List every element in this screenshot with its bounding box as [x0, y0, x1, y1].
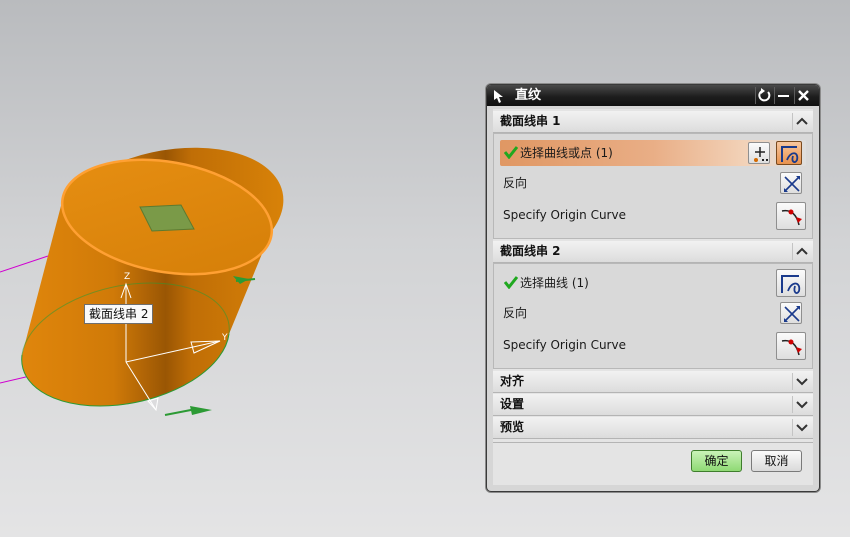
select-curve-or-point-label: 选择曲线或点 (1): [520, 146, 613, 160]
select-curve-icon[interactable]: [776, 141, 802, 165]
chevron-up-icon[interactable]: [792, 113, 811, 130]
origin-curve-row-2: Specify Origin Curve: [500, 330, 806, 360]
section-string-2-title: 截面线串 2: [500, 244, 561, 258]
ok-button[interactable]: 确定: [691, 450, 742, 472]
section-string-1-title: 截面线串 1: [500, 114, 561, 128]
reverse-direction-icon[interactable]: [780, 172, 802, 194]
pointer-icon: [490, 87, 508, 104]
section-string-1-body: 选择曲线或点 (1) 反向 Specify Origin Curve: [493, 133, 813, 239]
reverse-direction-row-2: 反向: [500, 300, 806, 326]
section-string-1-header[interactable]: 截面线串 1: [493, 111, 813, 133]
preview-header[interactable]: 预览: [493, 417, 813, 439]
ruled-dialog: 直纹 截面线串 1 选择曲线或点 (1) 反向 Specify Origin C…: [486, 84, 820, 492]
section-tooltip: 截面线串 2: [84, 304, 154, 324]
origin-curve-label-2: Specify Origin Curve: [503, 338, 626, 352]
settings-title: 设置: [500, 397, 525, 411]
reference-line: [0, 255, 49, 273]
cancel-button[interactable]: 取消: [751, 450, 802, 472]
section-string-2-body: 选择曲线 (1) 反向 Specify Origin Curve: [493, 263, 813, 369]
reset-icon[interactable]: [755, 87, 773, 104]
reverse-direction-label-2: 反向: [503, 306, 528, 320]
chevron-down-icon[interactable]: [792, 396, 811, 413]
dialog-title: 直纹: [515, 88, 542, 103]
check-icon: [503, 145, 519, 160]
preview-title: 预览: [500, 420, 525, 434]
dialog-title-bar[interactable]: 直纹: [487, 85, 819, 106]
dialog-body: 截面线串 1 选择曲线或点 (1) 反向 Specify Origin Curv…: [493, 109, 813, 485]
select-curve-or-point-row[interactable]: 选择曲线或点 (1): [500, 140, 806, 166]
minimize-icon[interactable]: [774, 87, 792, 104]
chevron-down-icon[interactable]: [792, 419, 811, 436]
reverse-direction-label-1: 反向: [503, 176, 528, 190]
chevron-up-icon[interactable]: [792, 243, 811, 260]
select-curve-label: 选择曲线 (1): [520, 276, 589, 290]
reference-line: [0, 375, 31, 384]
dialog-footer: 确定 取消: [493, 442, 813, 483]
axis-y-label: Y: [221, 333, 228, 343]
origin-curve-label-1: Specify Origin Curve: [503, 208, 626, 222]
reverse-direction-row-1: 反向: [500, 170, 806, 196]
origin-curve-row-1: Specify Origin Curve: [500, 200, 806, 230]
chevron-down-icon[interactable]: [792, 373, 811, 390]
select-curve-icon[interactable]: [776, 269, 806, 297]
origin-curve-icon[interactable]: [776, 202, 806, 230]
point-constructor-icon[interactable]: [748, 142, 770, 164]
settings-header[interactable]: 设置: [493, 394, 813, 416]
reverse-direction-icon[interactable]: [780, 302, 802, 324]
origin-curve-icon[interactable]: [776, 332, 806, 360]
close-icon[interactable]: [794, 87, 812, 104]
check-icon: [503, 275, 519, 290]
select-curve-row[interactable]: 选择曲线 (1): [500, 269, 806, 297]
alignment-header[interactable]: 对齐: [493, 371, 813, 393]
section-string-2-header[interactable]: 截面线串 2: [493, 241, 813, 263]
alignment-title: 对齐: [500, 374, 525, 388]
axis-z-label: Z: [124, 272, 130, 282]
